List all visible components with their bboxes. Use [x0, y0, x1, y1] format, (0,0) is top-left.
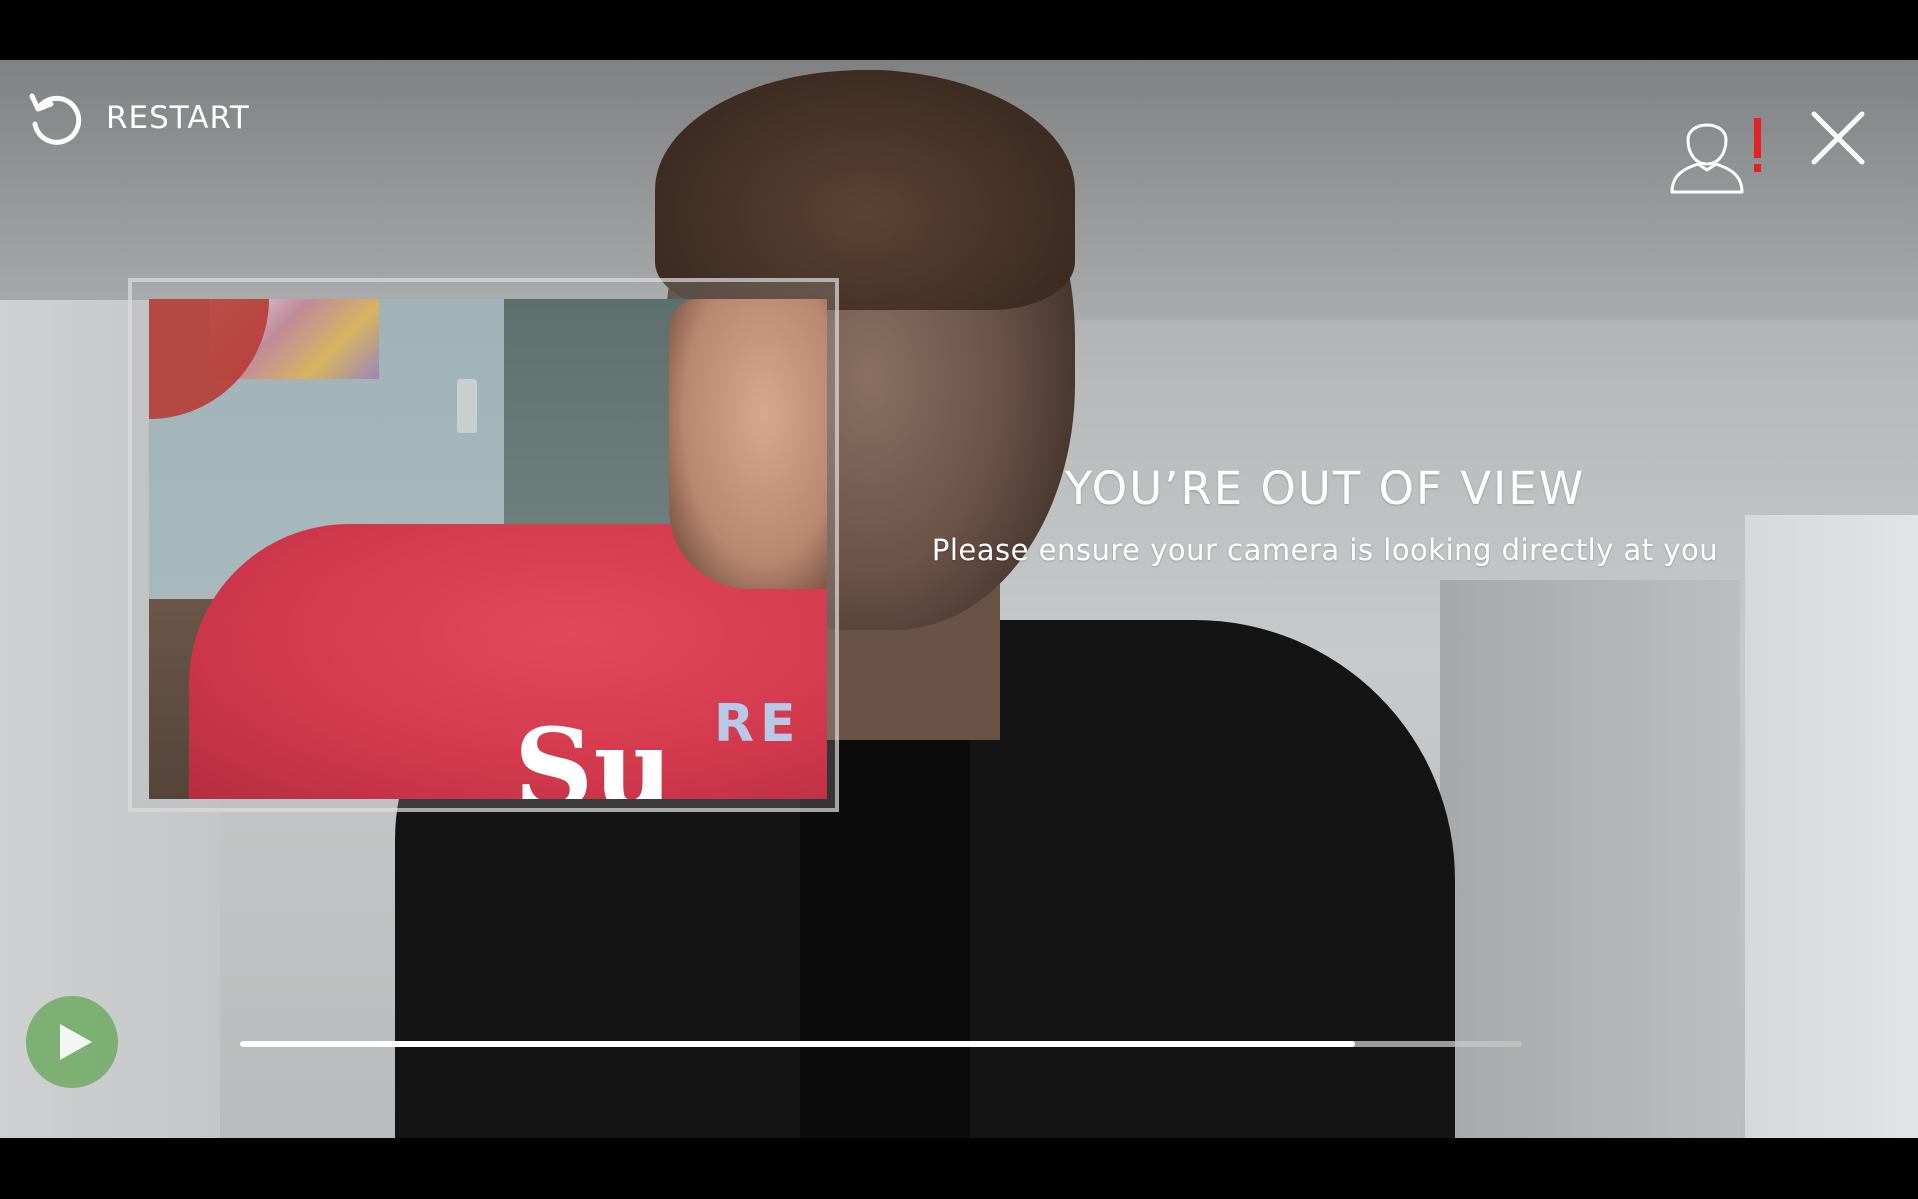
- message-title: YOU’RE OUT OF VIEW: [1064, 462, 1586, 515]
- self-view-face: [669, 299, 827, 589]
- restart-icon: [29, 93, 82, 145]
- restart-button[interactable]: RESTART: [26, 90, 250, 146]
- letterbox-top: [0, 0, 1918, 60]
- self-view-camera: Su RE: [128, 278, 839, 812]
- background-wall-panel: [1440, 580, 1740, 1138]
- play-button[interactable]: [26, 996, 118, 1088]
- video-player: Su RE RESTART YOU’RE OUT OF VIEW Please …: [0, 0, 1918, 1199]
- self-view-feed: Su RE: [149, 299, 827, 799]
- message-subtitle: Please ensure your camera is looking dir…: [931, 533, 1719, 567]
- progress-bar[interactable]: [240, 1041, 1522, 1047]
- self-view-shirt-logo: Su: [514, 704, 674, 799]
- out-of-view-message: YOU’RE OUT OF VIEW Please ensure your ca…: [910, 462, 1740, 567]
- self-view-foreground: [149, 299, 269, 419]
- play-icon: [60, 1024, 92, 1060]
- self-view-shirt-text: RE: [714, 694, 802, 754]
- self-view-light-switch: [457, 379, 477, 433]
- close-icon[interactable]: [1808, 108, 1868, 168]
- letterbox-bottom: [0, 1138, 1918, 1199]
- presenter-hair: [655, 70, 1075, 310]
- user-alert-icon[interactable]: [1668, 108, 1764, 194]
- background-wall-right: [1745, 515, 1918, 1138]
- restart-label: RESTART: [106, 100, 250, 136]
- progress-fill: [240, 1041, 1356, 1047]
